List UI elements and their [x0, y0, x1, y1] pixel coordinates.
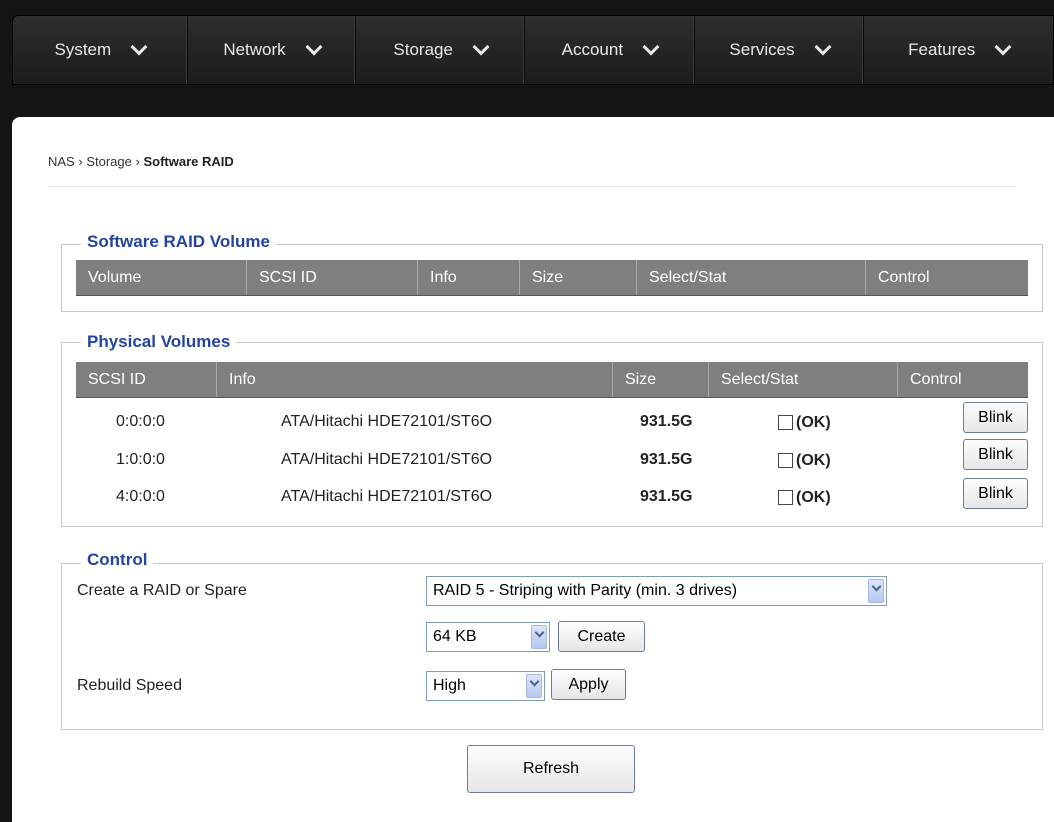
- col-scsi-id: SCSI ID: [76, 362, 217, 397]
- chevron-down-icon: [472, 38, 490, 56]
- size-cell: 931.5G: [640, 451, 693, 468]
- raid-volume-title: Software RAID Volume: [81, 232, 276, 252]
- nav-account[interactable]: Account: [525, 16, 695, 84]
- drive-select-checkbox[interactable]: [778, 415, 793, 430]
- scsi-id-cell: 1:0:0:0: [116, 451, 165, 468]
- col-volume: Volume: [76, 260, 247, 295]
- col-select-stat: Select/Stat: [637, 260, 866, 295]
- nav-label: Features: [908, 40, 976, 59]
- chevron-down-icon: [305, 38, 323, 56]
- chevron-down-icon: [531, 625, 547, 649]
- raid-level-select[interactable]: RAID 5 - Striping with Parity (min. 3 dr…: [426, 576, 887, 606]
- chevron-down-icon: [814, 38, 832, 56]
- size-cell: 931.5G: [640, 488, 693, 505]
- breadcrumb-section[interactable]: Storage: [86, 154, 132, 169]
- size-cell: 931.5G: [640, 413, 693, 430]
- col-scsi-id: SCSI ID: [247, 260, 418, 295]
- nav-services[interactable]: Services: [695, 16, 865, 84]
- raid-volume-table-header: Volume SCSI ID Info Size Select/Stat Con…: [76, 260, 1028, 296]
- chevron-down-icon: [526, 674, 542, 698]
- drive-select-checkbox[interactable]: [778, 453, 793, 468]
- chunk-size-value: 64 KB: [433, 628, 477, 645]
- info-cell: ATA/Hitachi HDE72101/ST6O: [281, 413, 493, 430]
- nav-storage[interactable]: Storage: [356, 16, 526, 84]
- top-nav-bar: System Network Storage Account Services …: [12, 15, 1054, 85]
- info-cell: ATA/Hitachi HDE72101/ST6O: [281, 488, 493, 505]
- control-title: Control: [81, 550, 154, 570]
- status-ok: (OK): [796, 414, 831, 431]
- chevron-down-icon: [994, 38, 1012, 56]
- col-info: Info: [217, 362, 613, 397]
- chevron-down-icon: [868, 579, 884, 603]
- nav-system[interactable]: System: [13, 16, 188, 84]
- col-control: Control: [878, 268, 930, 286]
- refresh-button[interactable]: Refresh: [467, 745, 635, 793]
- chevron-down-icon: [642, 38, 660, 56]
- breadcrumb-current: Software RAID: [143, 154, 234, 169]
- info-cell: ATA/Hitachi HDE72101/ST6O: [281, 451, 493, 468]
- col-size: Size: [520, 260, 637, 295]
- nav-label: Services: [729, 40, 795, 59]
- physical-volumes-title: Physical Volumes: [81, 332, 237, 352]
- rebuild-speed-label: Rebuild Speed: [77, 677, 182, 694]
- rebuild-speed-select[interactable]: High: [426, 671, 545, 701]
- apply-button[interactable]: Apply: [551, 669, 626, 700]
- col-info: Info: [418, 260, 520, 295]
- status-ok: (OK): [796, 489, 831, 506]
- col-control: Control: [910, 370, 962, 388]
- status-ok: (OK): [796, 452, 831, 469]
- breadcrumb-divider: [48, 186, 1016, 187]
- rebuild-speed-value: High: [433, 677, 466, 694]
- breadcrumb-root[interactable]: NAS: [48, 154, 75, 169]
- scsi-id-cell: 0:0:0:0: [116, 413, 165, 430]
- nav-network[interactable]: Network: [188, 16, 357, 84]
- chevron-down-icon: [130, 38, 148, 56]
- drive-select-checkbox[interactable]: [778, 490, 793, 505]
- scsi-id-cell: 4:0:0:0: [116, 488, 165, 505]
- nav-label: Network: [223, 40, 286, 59]
- blink-button[interactable]: Blink: [963, 402, 1028, 433]
- breadcrumb-separator: ›: [135, 154, 140, 169]
- chunk-size-select[interactable]: 64 KB: [426, 622, 550, 652]
- nav-label: Storage: [393, 40, 453, 59]
- raid-level-value: RAID 5 - Striping with Parity (min. 3 dr…: [433, 582, 738, 599]
- blink-button[interactable]: Blink: [963, 439, 1028, 470]
- nav-features[interactable]: Features: [864, 16, 1053, 84]
- create-raid-label: Create a RAID or Spare: [77, 582, 247, 599]
- blink-button[interactable]: Blink: [963, 478, 1028, 509]
- col-size: Size: [613, 362, 709, 397]
- nav-label: Account: [561, 40, 624, 59]
- breadcrumb-separator: ›: [78, 154, 83, 169]
- nav-label: System: [54, 40, 112, 59]
- create-button[interactable]: Create: [558, 621, 645, 652]
- breadcrumb: NAS › Storage › Software RAID: [48, 154, 234, 169]
- physical-volumes-table-header: SCSI ID Info Size Select/Stat Control: [76, 362, 1028, 398]
- col-select-stat: Select/Stat: [709, 362, 898, 397]
